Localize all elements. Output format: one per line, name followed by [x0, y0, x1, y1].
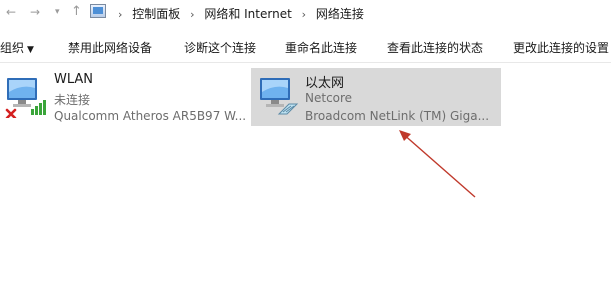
adapter-name: WLAN [54, 72, 94, 87]
recent-locations-icon[interactable]: ▾ [55, 7, 60, 17]
breadcrumb-control-panel[interactable]: 控制面板 [132, 5, 180, 22]
adapter-status: Netcore [305, 91, 353, 105]
adapter-device: Broadcom NetLink (TM) Giga... [305, 109, 490, 123]
adapter-status: 未连接 [54, 93, 91, 107]
adapter-name: 以太网 [305, 76, 345, 91]
chevron-down-icon: ▼ [27, 45, 34, 55]
wireless-adapter-icon [5, 78, 46, 118]
adapter-wlan[interactable]: WLAN 未连接 Qualcomm Atheros AR5B97 W... [0, 68, 248, 126]
view-status-button[interactable]: 查看此连接的状态 [387, 39, 483, 56]
breadcrumb-network-connections[interactable]: 网络连接 [316, 5, 364, 22]
disable-device-button[interactable]: 禁用此网络设备 [68, 39, 152, 56]
back-arrow-icon[interactable]: ← [6, 5, 16, 19]
breadcrumb-separator-icon[interactable]: › [190, 8, 194, 21]
address-bar: ← → ▾ ↑ › 控制面板 › 网络和 Internet › 网络连接 [0, 0, 611, 28]
adapter-ethernet[interactable]: 以太网 Netcore Broadcom NetLink (TM) Giga..… [251, 68, 501, 126]
up-arrow-icon[interactable]: ↑ [71, 4, 82, 19]
forward-arrow-icon[interactable]: → [30, 5, 40, 19]
organize-button[interactable]: 组织 ▼ [0, 39, 34, 56]
breadcrumb-separator-icon[interactable]: › [302, 8, 306, 21]
rename-connection-button[interactable]: 重命名此连接 [285, 39, 357, 56]
breadcrumb-separator-icon[interactable]: › [118, 8, 122, 21]
adapter-device: Qualcomm Atheros AR5B97 W... [54, 109, 247, 123]
network-folder-icon [90, 4, 106, 18]
breadcrumb: › 控制面板 › 网络和 Internet › 网络连接 [112, 5, 364, 22]
organize-label: 组织 [0, 41, 25, 55]
change-settings-button[interactable]: 更改此连接的设置 [513, 39, 609, 56]
diagnose-connection-button[interactable]: 诊断这个连接 [184, 39, 256, 56]
breadcrumb-network-internet[interactable]: 网络和 Internet [204, 5, 291, 22]
command-bar: 组织 ▼ 禁用此网络设备 诊断这个连接 重命名此连接 查看此连接的状态 更改此连接… [0, 28, 611, 63]
ethernet-adapter-icon [260, 78, 299, 115]
